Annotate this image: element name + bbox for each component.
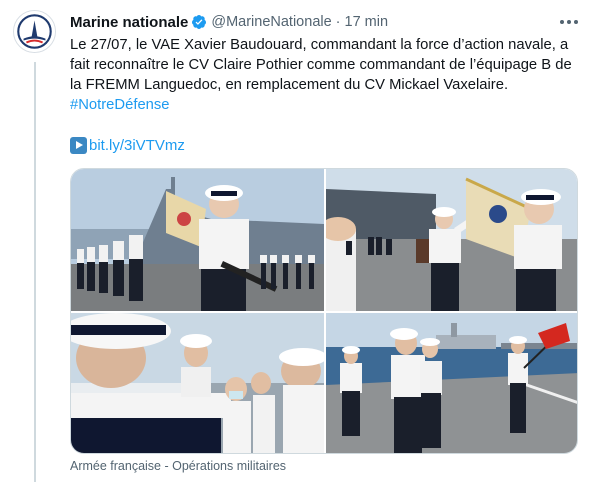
play-button-icon bbox=[70, 136, 87, 154]
more-options-icon[interactable] bbox=[558, 14, 580, 30]
author-display-name[interactable]: Marine nationale bbox=[70, 14, 188, 31]
media-caption[interactable]: Armée française - Opérations militaires bbox=[70, 459, 286, 473]
tweet-timestamp[interactable]: 17 min bbox=[345, 14, 389, 30]
tweet-header: Marine nationale @MarineNationale · 17 m… bbox=[70, 10, 582, 34]
photo-sailors-closeup[interactable] bbox=[71, 313, 324, 453]
author-handle[interactable]: @MarineNationale bbox=[211, 14, 331, 30]
verified-badge-icon bbox=[191, 14, 207, 30]
photo-salute-flag[interactable] bbox=[326, 169, 577, 311]
tweet-content: Marine nationale @MarineNationale · 17 m… bbox=[70, 10, 582, 155]
marine-nationale-logo-icon bbox=[14, 11, 55, 52]
link-line: bit.ly/3iVTVmz bbox=[70, 135, 582, 155]
hashtag-link[interactable]: #NotreDéfense bbox=[70, 97, 170, 113]
avatar[interactable] bbox=[13, 10, 56, 53]
thread-line bbox=[34, 62, 36, 482]
photo-quay-harbor[interactable] bbox=[326, 313, 577, 453]
media-grid bbox=[70, 168, 578, 454]
photo-ceremony-deck[interactable] bbox=[71, 169, 324, 311]
tweet-text: Le 27/07, le VAE Xavier Baudouard, comma… bbox=[70, 35, 580, 115]
short-url-link[interactable]: bit.ly/3iVTVmz bbox=[89, 137, 185, 154]
tweet-text-body: Le 27/07, le VAE Xavier Baudouard, comma… bbox=[70, 37, 572, 93]
separator-dot: · bbox=[335, 14, 341, 30]
